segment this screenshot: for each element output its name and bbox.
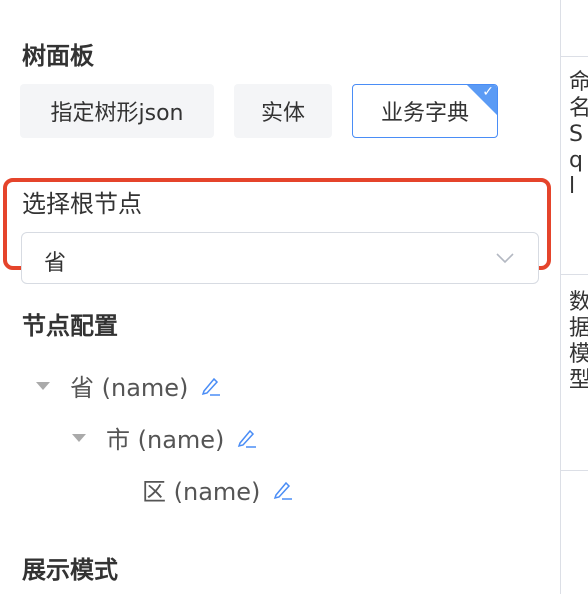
- root-node-select[interactable]: 省: [21, 232, 539, 284]
- edit-icon[interactable]: [200, 375, 222, 397]
- chevron-down-icon: [496, 253, 514, 264]
- tree-node-city[interactable]: 市 (name): [72, 420, 258, 455]
- tree-node-label: 区 (name): [142, 478, 261, 506]
- divider: [561, 274, 588, 275]
- option-entity-button[interactable]: 实体: [234, 84, 332, 138]
- caret-down-icon[interactable]: [72, 433, 86, 442]
- right-panel-label-data-model: 数 据 模 型: [569, 290, 588, 393]
- root-node-select-value: 省: [44, 251, 67, 276]
- select-root-node-label: 选择根节点: [22, 190, 142, 218]
- right-panel-label-name: 命 名 S q l: [569, 70, 588, 199]
- option-business-dictionary-label: 业务字典: [380, 101, 469, 126]
- node-config-title: 节点配置: [22, 312, 118, 340]
- display-mode-title: 展示模式: [22, 556, 118, 584]
- tree-node-district[interactable]: 区 (name): [142, 472, 294, 507]
- option-specify-tree-json-button[interactable]: 指定树形json: [20, 84, 214, 138]
- tree-node-label: 省 (name): [70, 374, 189, 402]
- tree-node-province[interactable]: 省 (name): [36, 368, 222, 403]
- edit-icon[interactable]: [236, 427, 258, 449]
- caret-down-icon[interactable]: [36, 381, 50, 390]
- tree-node-label: 市 (name): [106, 426, 225, 454]
- check-icon: ✓: [482, 84, 494, 100]
- tree-panel-title: 树面板: [22, 42, 94, 70]
- right-side-panel: 命 名 S q l 数 据 模 型: [560, 0, 588, 594]
- divider: [561, 470, 588, 471]
- config-panel: 树面板 指定树形json 实体 业务字典 ✓ 选择根节点 省 节点配置 省 (n…: [0, 0, 560, 594]
- divider: [561, 56, 588, 57]
- option-business-dictionary-button[interactable]: 业务字典 ✓: [352, 84, 498, 138]
- edit-icon[interactable]: [272, 479, 294, 501]
